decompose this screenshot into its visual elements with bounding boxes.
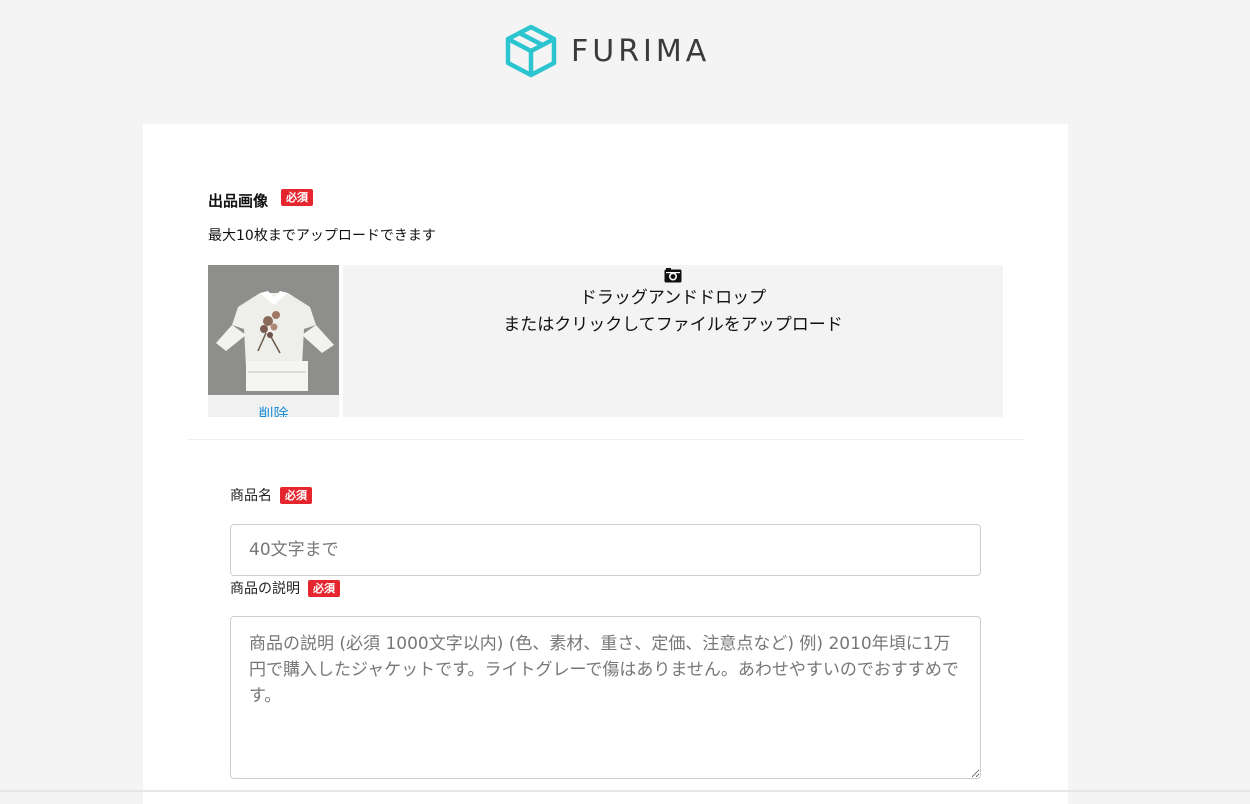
product-description-label-row: 商品の説明 必須: [230, 578, 340, 598]
product-name-label-row: 商品名 必須: [230, 485, 312, 505]
section-divider: [187, 439, 1024, 440]
dropzone-primary-text: ドラッグアンドドロップ: [579, 288, 767, 308]
uploaded-image-thumbnail: 削除: [208, 265, 339, 417]
product-name-label: 商品名: [230, 488, 272, 504]
product-description-textarea[interactable]: [230, 616, 981, 779]
required-badge: 必須: [280, 486, 312, 504]
page-bottom-border: [0, 790, 1250, 792]
product-photo: [208, 265, 339, 395]
image-section-title: 出品画像: [208, 192, 269, 210]
logo-text: FURIMA: [571, 33, 711, 69]
delete-image-link[interactable]: 削除: [208, 403, 339, 417]
product-description-label: 商品の説明: [230, 581, 300, 597]
product-name-input[interactable]: [230, 524, 981, 576]
required-badge: 必須: [281, 189, 314, 206]
listing-form-card: 出品画像 必須 最大10枚までアップロードできます 削除 ドラッグアンドドロップ…: [143, 124, 1068, 804]
image-section-header: 出品画像 必須: [208, 189, 314, 211]
dropzone-secondary-text: またはクリックしてファイルをアップロード: [503, 315, 843, 335]
required-badge: 必須: [308, 579, 340, 597]
site-header: FURIMA: [0, 0, 1250, 100]
box-logo-icon: [505, 24, 557, 78]
image-dropzone[interactable]: ドラッグアンドドロップ またはクリックしてファイルをアップロード: [343, 265, 1003, 417]
upload-limit-note: 最大10枚までアップロードできます: [208, 228, 436, 244]
furima-logo[interactable]: FURIMA: [505, 24, 710, 78]
